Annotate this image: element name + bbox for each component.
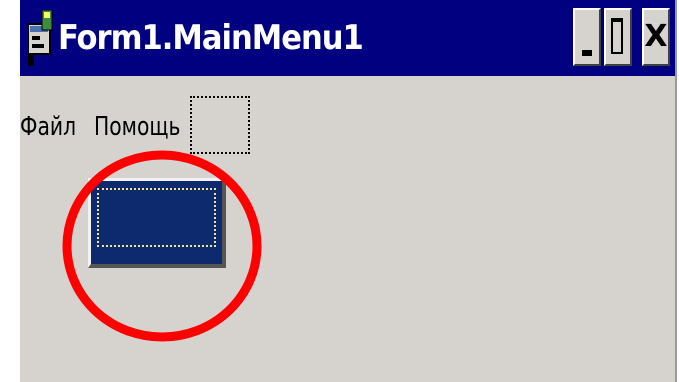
- minimize-button[interactable]: [573, 8, 601, 66]
- app-form-icon: [28, 10, 53, 66]
- title-bar[interactable]: Form1.MainMenu1 X: [20, 0, 675, 76]
- menu-item-help[interactable]: Помощь: [94, 96, 180, 158]
- main-menu-component[interactable]: [88, 178, 228, 270]
- close-icon: X: [644, 19, 668, 54]
- close-button[interactable]: X: [642, 8, 670, 66]
- window-title: Form1.MainMenu1: [58, 18, 364, 58]
- focus-rectangle: [97, 188, 216, 247]
- main-menu-component-icon: [88, 178, 226, 268]
- menu-item-file[interactable]: Файл: [20, 96, 76, 158]
- maximize-icon: [611, 18, 623, 54]
- new-menu-item-placeholder[interactable]: [190, 96, 250, 154]
- designer-window: Form1.MainMenu1 X Файл Помощь: [20, 0, 677, 382]
- maximize-button[interactable]: [604, 8, 632, 66]
- minimize-icon: [582, 50, 592, 56]
